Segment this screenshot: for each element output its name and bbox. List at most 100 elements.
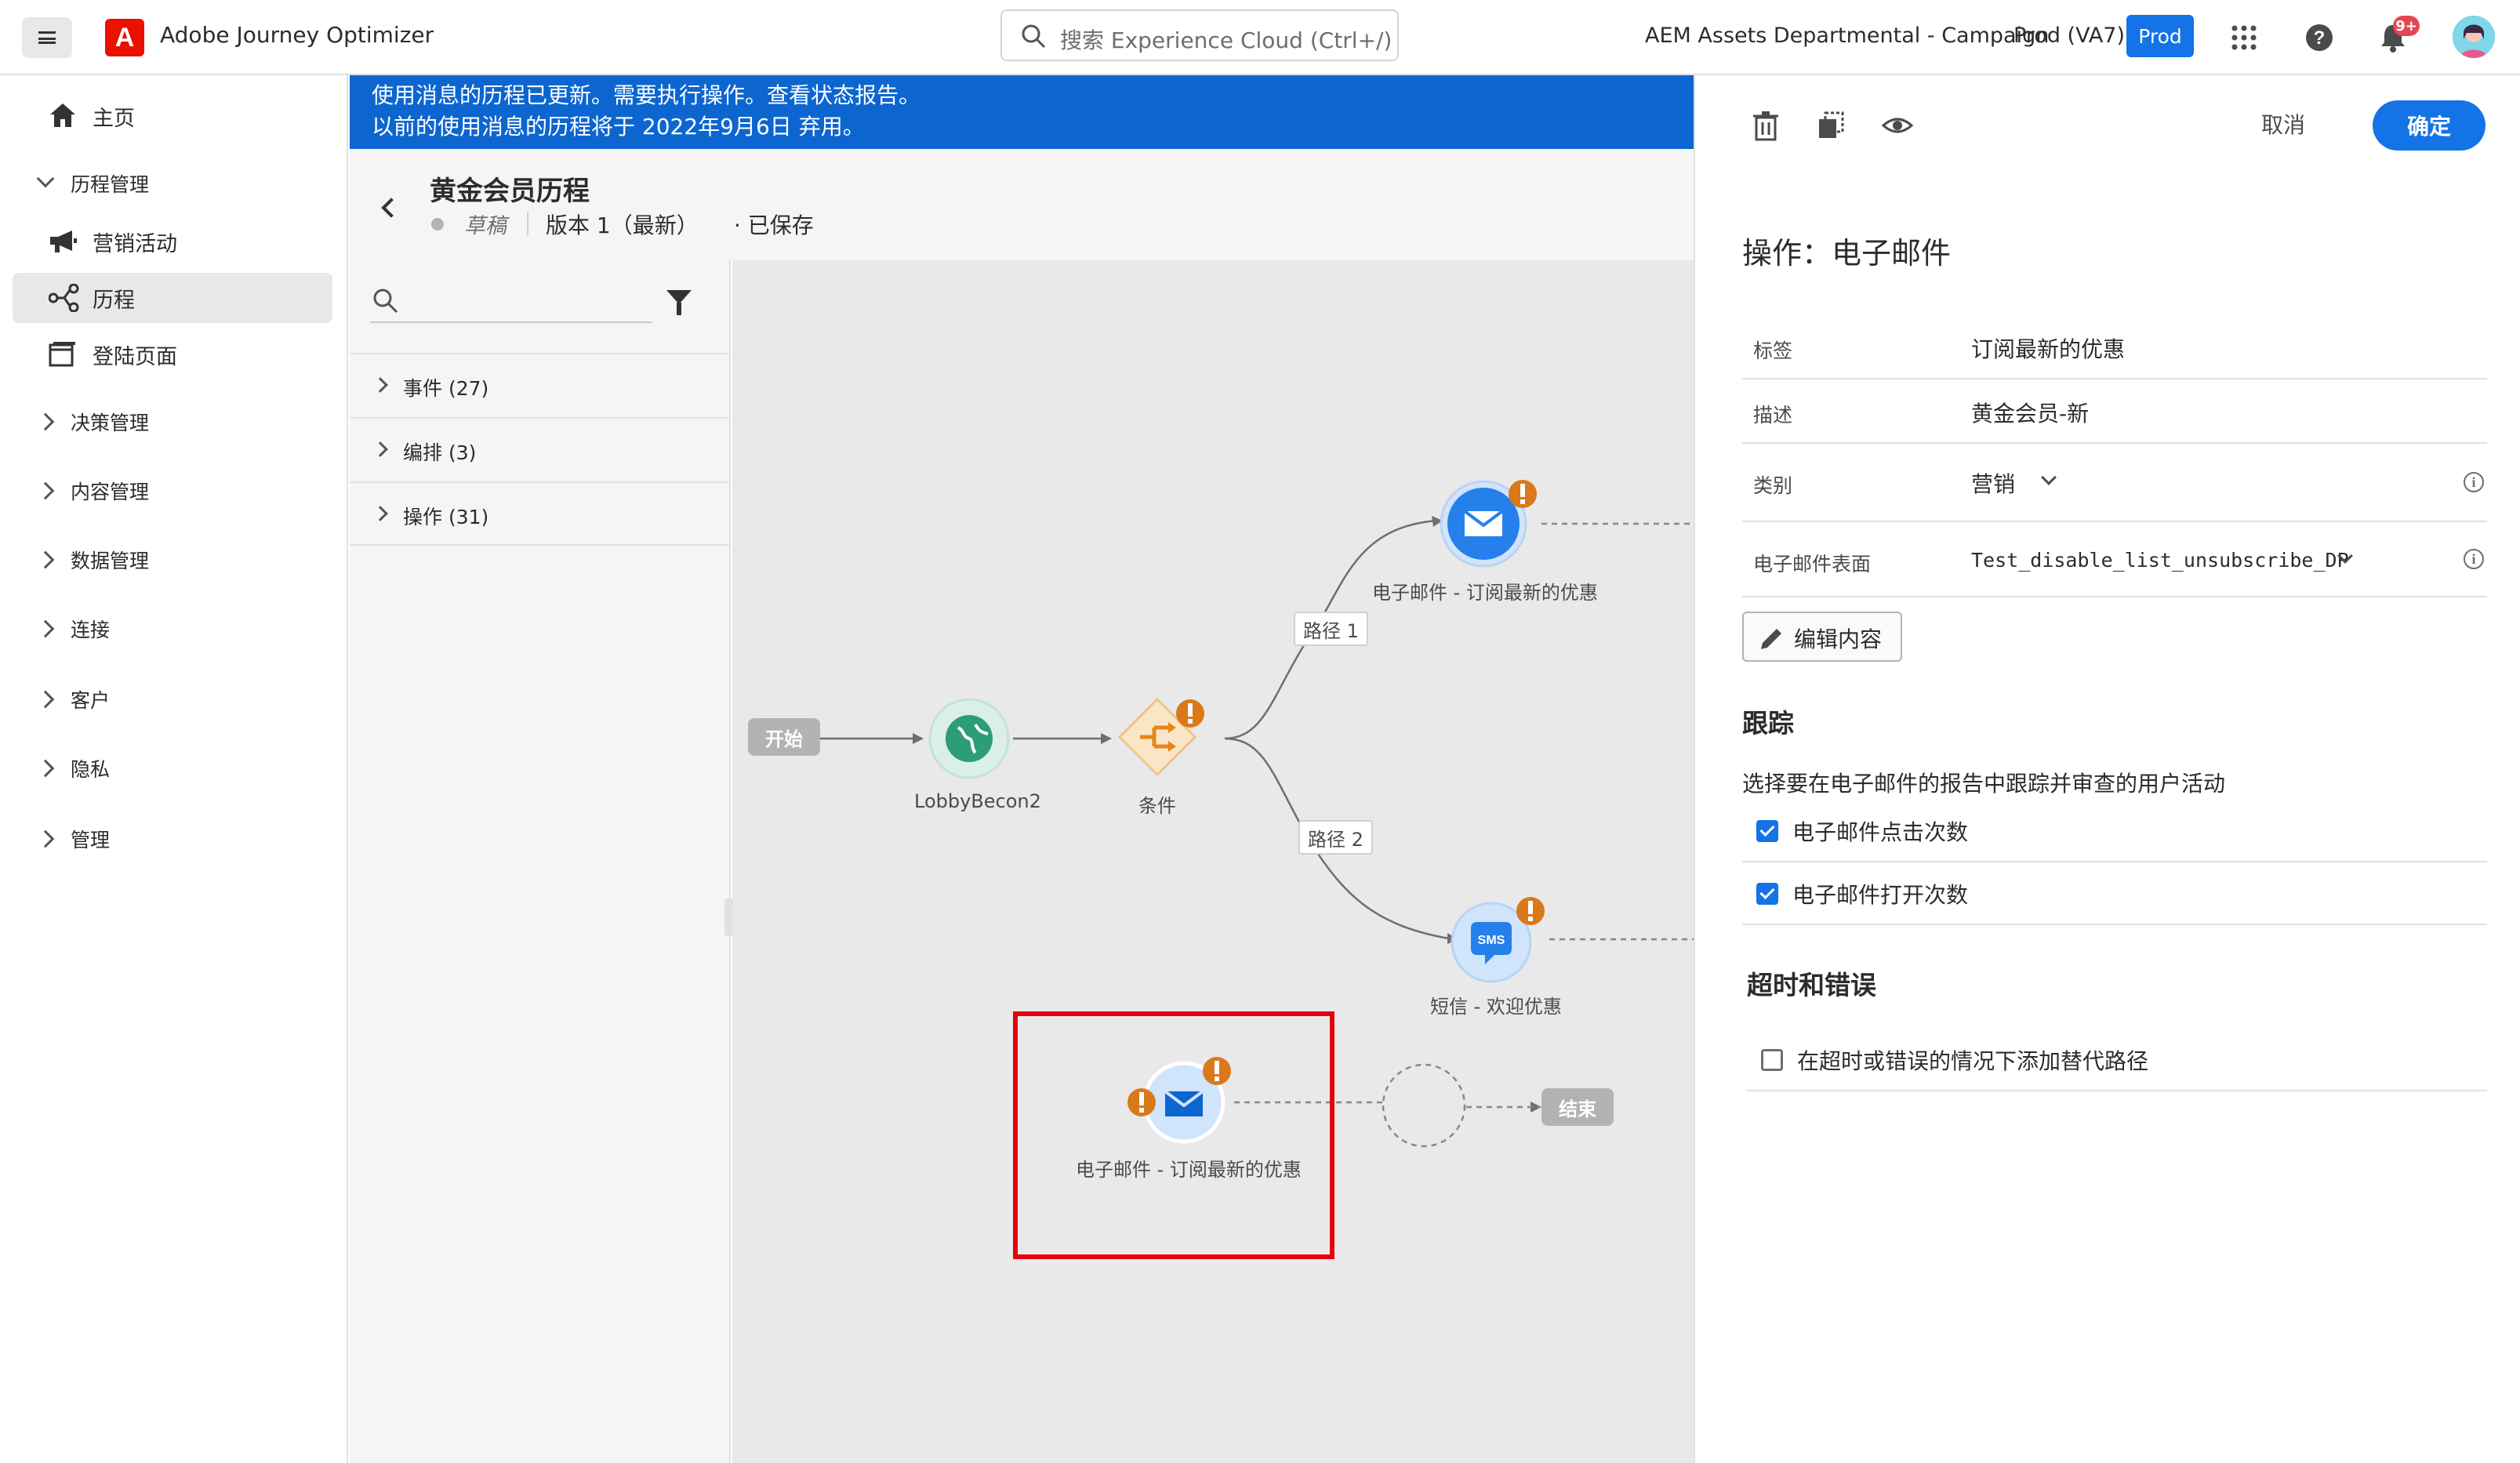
help-icon[interactable]: ? xyxy=(2302,20,2337,55)
path-2-tag[interactable]: 路径 2 xyxy=(1298,820,1373,855)
timeout-checkbox[interactable] xyxy=(1761,1049,1783,1071)
info-icon[interactable]: i xyxy=(2464,549,2484,569)
nav-label: 隐私 xyxy=(71,758,111,781)
chevron-right-icon xyxy=(36,550,55,569)
palette-category-actions[interactable]: 操作 (31) xyxy=(350,481,729,546)
nav-label: 连接 xyxy=(71,619,111,641)
info-icon[interactable]: i xyxy=(2464,472,2484,492)
menu-icon xyxy=(38,31,56,44)
description-field[interactable]: 描述 黄金会员-新 xyxy=(1742,379,2487,444)
chevron-right-icon xyxy=(372,506,388,521)
category-field[interactable]: 类别 营销 i xyxy=(1742,444,2487,522)
tracking-description: 选择要在电子邮件的报告中跟踪并审查的用户活动 xyxy=(1742,771,2226,797)
search-input[interactable]: 搜索 Experience Cloud (Ctrl+/) xyxy=(1000,9,1399,61)
nav-journey-management[interactable]: 历程管理 xyxy=(0,158,348,209)
back-icon[interactable] xyxy=(381,198,401,218)
sandbox-name[interactable]: Prod (VA7) xyxy=(2013,24,2125,48)
nav-campaigns[interactable]: 营销活动 xyxy=(0,216,348,267)
track-clicks-row[interactable]: 电子邮件点击次数 xyxy=(1742,800,2487,862)
banner-line-1[interactable]: 使用消息的历程已更新。需要执行操作。查看状态报告。 xyxy=(372,80,1694,111)
action-title: 操作：电子邮件 xyxy=(1742,236,1952,270)
path-1-tag[interactable]: 路径 1 xyxy=(1294,612,1368,646)
landing-page-icon xyxy=(49,342,75,367)
label-field[interactable]: 标签 订阅最新的优惠 xyxy=(1742,315,2487,379)
chevron-right-icon xyxy=(36,412,55,431)
trash-icon[interactable] xyxy=(1748,108,1783,143)
track-opens-row[interactable]: 电子邮件打开次数 xyxy=(1742,862,2487,925)
menu-button[interactable] xyxy=(22,17,72,58)
chevron-right-icon xyxy=(36,759,55,778)
condition-node-icon[interactable] xyxy=(1113,696,1207,782)
button-label: 编辑内容 xyxy=(1794,626,1883,652)
pencil-icon xyxy=(1761,629,1781,649)
field-value[interactable]: 订阅最新的优惠 xyxy=(1971,332,2125,364)
app-title[interactable]: Adobe Journey Optimizer xyxy=(160,22,434,48)
event-node-label: LobbyBecon2 xyxy=(914,790,1041,812)
nav-content-management[interactable]: 内容管理 xyxy=(0,466,348,516)
svg-text:?: ? xyxy=(2314,27,2326,49)
email-node-selected-icon[interactable] xyxy=(1124,1052,1231,1154)
palette-row-label: 操作 (31) xyxy=(403,506,489,528)
category-dropdown[interactable]: 营销 xyxy=(1971,467,2015,499)
duplicate-icon[interactable] xyxy=(1814,108,1849,143)
edit-content-button[interactable]: 编辑内容 xyxy=(1742,612,1902,662)
surface-dropdown[interactable]: Test_disable_list_unsubscribe_DP xyxy=(1971,549,2349,572)
field-value[interactable]: 黄金会员-新 xyxy=(1971,397,2089,428)
track-clicks-checkbox[interactable] xyxy=(1756,820,1778,842)
start-node[interactable]: 开始 xyxy=(748,718,820,756)
properties-panel: 取消 确定 操作：电子邮件 标签 订阅最新的优惠 描述 黄金会员-新 类别 营销… xyxy=(1694,75,2520,1463)
event-node-icon[interactable] xyxy=(927,696,1011,781)
megaphone-icon xyxy=(50,231,77,252)
chevron-right-icon xyxy=(36,830,55,848)
nav-data-management[interactable]: 数据管理 xyxy=(0,535,348,585)
status-label: 草稿 xyxy=(464,214,507,238)
nav-journeys[interactable]: 历程 xyxy=(13,273,332,323)
adobe-logo[interactable]: A xyxy=(105,19,144,56)
version-label[interactable]: 版本 1（最新） xyxy=(546,209,699,240)
sms-node-icon[interactable]: SMS xyxy=(1449,894,1551,988)
info-banner: 使用消息的历程已更新。需要执行操作。查看状态报告。 以前的使用消息的历程将于 2… xyxy=(350,75,1694,149)
sms-badge: SMS xyxy=(1478,934,1505,947)
chevron-right-icon xyxy=(36,481,55,500)
palette-category-orchestration[interactable]: 编排 (3) xyxy=(350,417,729,481)
org-switcher[interactable]: AEM Assets Departmental - Campaign xyxy=(1645,24,2049,48)
checkbox-label: 电子邮件点击次数 xyxy=(1792,819,1969,845)
nav-connections[interactable]: 连接 xyxy=(0,604,348,654)
email-selected-node-label: 电子邮件 - 订阅最新的优惠 xyxy=(1076,1159,1302,1181)
nav-label: 登陆页面 xyxy=(93,344,177,369)
divider xyxy=(527,212,528,235)
saved-status: · 已保存 xyxy=(734,212,814,238)
end-node[interactable]: 结束 xyxy=(1541,1088,1614,1126)
chevron-right-icon xyxy=(36,690,55,709)
cancel-button[interactable]: 取消 xyxy=(2261,108,2305,140)
journey-canvas[interactable]: 开始 LobbyBecon2 条件 路径 1 路径 2 电子邮件 - 订阅最新的… xyxy=(732,260,1694,1463)
apps-grid-icon[interactable] xyxy=(2227,20,2261,55)
avatar[interactable] xyxy=(2453,16,2495,58)
nav-administration[interactable]: 管理 xyxy=(0,814,348,864)
home-icon xyxy=(50,103,75,127)
nav-landing-pages[interactable]: 登陆页面 xyxy=(0,329,348,379)
chevron-right-icon xyxy=(372,441,388,457)
field-key: 电子邮件表面 xyxy=(1753,553,1872,575)
palette-search-input[interactable] xyxy=(370,274,652,323)
palette-row-label: 编排 (3) xyxy=(403,441,477,464)
preview-eye-icon[interactable] xyxy=(1880,108,1915,143)
palette-category-events[interactable]: 事件 (27) xyxy=(350,353,729,417)
nav-customers[interactable]: 客户 xyxy=(0,674,348,724)
nav-home[interactable]: 主页 xyxy=(0,91,348,141)
nav-privacy[interactable]: 隐私 xyxy=(0,743,348,793)
confirm-button[interactable]: 确定 xyxy=(2373,100,2486,151)
nav-label: 内容管理 xyxy=(71,481,150,503)
chevron-down-icon[interactable] xyxy=(2041,470,2057,485)
email-surface-field[interactable]: 电子邮件表面 Test_disable_list_unsubscribe_DP … xyxy=(1742,522,2487,597)
timeout-section-title: 超时和错误 xyxy=(1747,970,1876,1000)
track-opens-checkbox[interactable] xyxy=(1756,883,1778,905)
email-node-icon[interactable] xyxy=(1438,477,1540,571)
field-key: 类别 xyxy=(1753,474,1793,497)
nav-label: 数据管理 xyxy=(71,550,150,572)
filter-icon[interactable] xyxy=(666,290,692,315)
nav-decision-management[interactable]: 决策管理 xyxy=(0,397,348,447)
env-badge[interactable]: Prod xyxy=(2126,15,2194,57)
timeout-row[interactable]: 在超时或错误的情况下添加替代路径 xyxy=(1747,1029,2487,1091)
nav-label: 管理 xyxy=(71,829,111,851)
